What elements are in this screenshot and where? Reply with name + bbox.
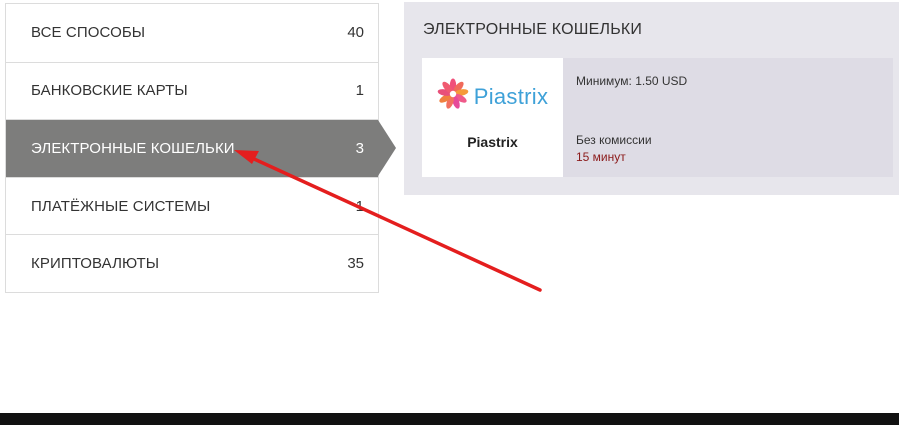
category-item-bank-cards[interactable]: БАНКОВСКИЕ КАРТЫ 1 (6, 61, 378, 120)
category-count: 1 (355, 197, 364, 215)
piastrix-flower-icon (437, 78, 469, 115)
category-count: 35 (347, 255, 364, 273)
footer-bar (0, 413, 899, 425)
piastrix-wordmark: Piastrix (473, 83, 549, 109)
category-label: ВСЕ СПОСОБЫ (31, 24, 146, 42)
category-item-payment-systems[interactable]: ПЛАТЁЖНЫЕ СИСТЕМЫ 1 (6, 176, 378, 235)
category-item-e-wallets[interactable]: ЭЛЕКТРОННЫЕ КОШЕЛЬКИ 3 (6, 119, 396, 177)
payment-methods-panel: ЭЛЕКТРОННЫЕ КОШЕЛЬКИ Piastrix Piastrix М… (404, 2, 899, 195)
category-label: ЭЛЕКТРОННЫЕ КОШЕЛЬКИ (31, 139, 235, 157)
category-label: КРИПТОВАЛЮТЫ (31, 255, 160, 273)
method-fee: Без комиссии (576, 133, 652, 147)
piastrix-logo: Piastrix (437, 78, 549, 115)
category-item-crypto[interactable]: КРИПТОВАЛЮТЫ 35 (6, 234, 378, 292)
payment-category-list: ВСЕ СПОСОБЫ 40 БАНКОВСКИЕ КАРТЫ 1 ЭЛЕКТР… (5, 3, 396, 293)
panel-title: ЭЛЕКТРОННЫЕ КОШЕЛЬКИ (423, 21, 643, 38)
payment-method-card-piastrix[interactable]: Piastrix Piastrix Минимум: 1.50 USD Без … (422, 58, 893, 177)
category-label: ПЛАТЁЖНЫЕ СИСТЕМЫ (31, 197, 211, 215)
category-count: 3 (355, 139, 364, 157)
method-logo-area: Piastrix Piastrix (422, 58, 563, 177)
category-count: 40 (347, 24, 364, 42)
method-processing-time: 15 минут (576, 150, 626, 164)
category-count: 1 (355, 82, 364, 100)
method-minimum: Минимум: 1.50 USD (576, 74, 688, 88)
method-info: Минимум: 1.50 USD Без комиссии 15 минут (563, 58, 893, 177)
category-item-all[interactable]: ВСЕ СПОСОБЫ 40 (6, 4, 378, 62)
method-name: Piastrix (467, 134, 518, 150)
category-label: БАНКОВСКИЕ КАРТЫ (31, 82, 188, 100)
